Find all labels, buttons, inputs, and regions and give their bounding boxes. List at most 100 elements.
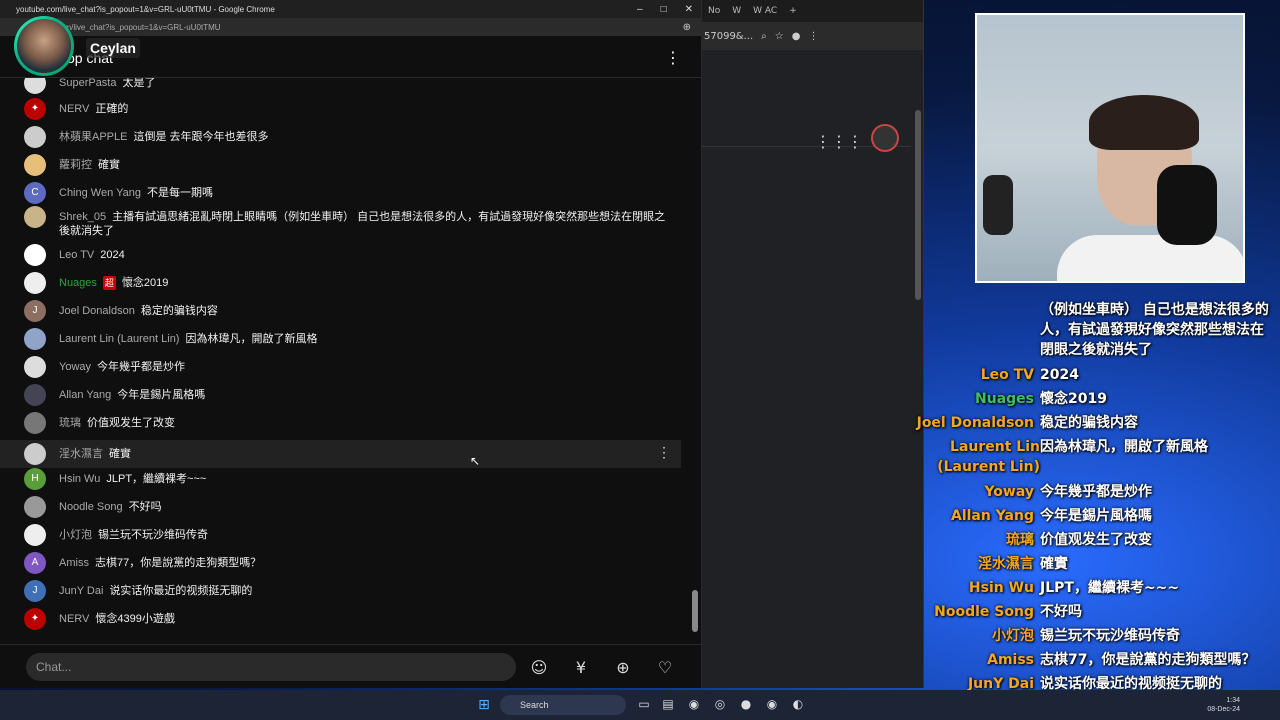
apps-grid-icon[interactable]: ⋮⋮⋮ [815,132,863,151]
chat-message[interactable]: C Ching Wen Yang 不是每一期嗎 [0,182,681,204]
chat-message[interactable]: Leo TV 2024 [0,244,681,266]
author-name[interactable]: Nuages [59,277,97,289]
author-name[interactable]: 蘿莉控 [59,159,92,171]
author-name[interactable]: SuperPasta [59,78,116,89]
author-name[interactable]: Shrek_05 [59,211,106,223]
chat-menu-icon[interactable]: ⋮ [665,48,681,67]
maximize-button[interactable]: □ [661,4,667,15]
steam-icon[interactable]: ◎ [712,696,728,712]
star-icon[interactable]: ☆ [775,31,784,42]
author-name[interactable]: Ching Wen Yang [59,187,141,199]
overlay-author: 琉璃 [1006,532,1034,548]
avatar[interactable] [24,272,46,294]
new-tab-button[interactable]: + [783,6,803,16]
avatar[interactable] [24,78,46,94]
chat-message[interactable]: Nuages 超懷念2019 [0,272,681,294]
tab-3[interactable]: W AC [747,6,783,16]
chat-message[interactable]: 淫水濕言 確實 ⋮ [0,440,681,468]
chat-message[interactable]: Noodle Song 不好吗 [0,496,681,518]
heart-icon[interactable]: ♡ [654,657,676,679]
zoom-icon[interactable]: ⊕ [683,22,691,33]
url-bar[interactable]: om/live_chat?is_popout=1&v=GRL-uU0tTMU ⊕ [0,18,701,36]
avatar[interactable] [24,496,46,518]
chat-message[interactable]: J JunY Dai 说实话你最近的视频挺无聊的 [0,580,681,602]
avatar[interactable] [24,328,46,350]
chat-message[interactable]: ✦ NERV 懷念4399小遊戲 [0,608,681,630]
chat-message[interactable]: Allan Yang 今年是錫片風格嗎 [0,384,681,406]
avatar[interactable] [24,244,46,266]
tab-2[interactable]: W [726,6,747,16]
discord-icon[interactable]: ◐ [790,696,806,712]
avatar[interactable] [24,206,46,228]
message-menu-icon[interactable]: ⋮ [657,445,671,459]
avatar[interactable] [24,524,46,546]
author-name[interactable]: Laurent Lin (Laurent Lin) [59,333,179,345]
emoji-icon[interactable]: ☺ [528,657,550,679]
author-name[interactable]: Allan Yang [59,389,111,401]
file-explorer-icon[interactable]: ▤ [660,696,676,712]
chat-message[interactable]: 小灯泡 锡兰玩不玩沙维码传奇 [0,524,681,546]
chat-message[interactable]: 林蘋果APPLE 這倒是 去年跟今年也差很多 [0,126,681,148]
message-text: 今年幾乎都是炒作 [97,361,186,373]
system-clock[interactable]: 1:34 08-Dec-24 [1207,696,1240,714]
author-name[interactable]: NERV [59,103,89,115]
avatar[interactable]: J [24,580,46,602]
profile-icon[interactable]: ● [792,31,801,42]
chrome-icon[interactable]: ◉ [686,696,702,712]
author-name[interactable]: Noodle Song [59,501,123,513]
author-name[interactable]: NERV [59,613,89,625]
author-name[interactable]: JunY Dai [59,585,103,597]
author-name[interactable]: 琉璃 [59,417,81,429]
scrollbar[interactable] [915,110,921,300]
chat-message[interactable]: J Joel Donaldson 稳定的骗钱内容 [0,300,681,322]
author-name[interactable]: 林蘋果APPLE [59,131,127,143]
tab-1[interactable]: No [702,6,726,16]
taskbar-search[interactable]: Search [500,695,626,715]
avatar[interactable]: A [24,552,46,574]
background-browser-window[interactable]: No W W AC + 57099&... ⌕ ☆ ● ⋮ ⋮⋮⋮ [702,0,924,688]
author-name[interactable]: Yoway [59,361,91,373]
author-name[interactable]: Hsin Wu [59,473,100,485]
chat-message-list[interactable]: SuperPasta 太是了 ✦ NERV 正確的 林蘋果APPLE 這倒是 去年跟今年也差… [0,78,689,638]
account-avatar[interactable] [871,124,899,152]
avatar[interactable] [24,412,46,434]
chat-message[interactable]: A Amiss 志棋77，你是說黨的走狗類型嗎？ [0,552,681,574]
author-name[interactable]: Amiss [59,557,89,569]
scroll-thumb[interactable] [692,590,698,632]
author-name[interactable]: 淫水濕言 [59,448,103,460]
avatar[interactable] [24,126,46,148]
super-chat-icon[interactable]: ¥ [570,657,592,679]
chat-message[interactable]: H Hsin Wu JLPT，繼續裸考~~~ [0,468,681,490]
address-fragment[interactable]: 57099&... [704,31,753,42]
chat-input[interactable]: Chat... [26,653,516,681]
author-name[interactable]: Leo TV [59,249,94,261]
author-name[interactable]: Joel Donaldson [59,305,135,317]
task-view-icon[interactable]: ▭ [636,696,652,712]
chat-message[interactable]: Shrek_05 主播有試過思緒混亂時閉上眼睛嗎（例如坐車時） 自己也是想法很多的… [0,206,681,238]
chat-message[interactable]: Laurent Lin (Laurent Lin) 因為林瑋凡，開啟了新風格 [0,328,681,350]
add-icon[interactable]: ⊕ [612,657,634,679]
chat-message[interactable]: ✦ NERV 正確的 [0,98,681,120]
chat-scrollbar[interactable] [691,80,699,636]
search-icon[interactable]: ⌕ [761,31,767,42]
avatar[interactable]: H [24,468,46,490]
chat-message[interactable]: SuperPasta 太是了 [0,78,681,94]
avatar[interactable] [24,443,46,465]
minimize-button[interactable]: – [637,4,643,15]
avatar[interactable] [24,154,46,176]
avatar[interactable]: C [24,182,46,204]
avatar[interactable]: ✦ [24,608,46,630]
avatar[interactable] [24,384,46,406]
windows-start-icon[interactable]: ⊞ [476,697,492,713]
avatar[interactable]: ✦ [24,98,46,120]
obs-icon[interactable]: ● [738,696,754,712]
close-button[interactable]: ✕ [685,4,693,15]
chat-message[interactable]: 蘿莉控 確實 [0,154,681,176]
author-name[interactable]: 小灯泡 [59,529,92,541]
chat-message[interactable]: 琉璃 价值观发生了改变 [0,412,681,434]
more-icon[interactable]: ⋮ [808,31,818,42]
chrome-active-icon[interactable]: ◉ [764,696,780,712]
avatar[interactable] [24,356,46,378]
avatar[interactable]: J [24,300,46,322]
chat-message[interactable]: Yoway 今年幾乎都是炒作 [0,356,681,378]
